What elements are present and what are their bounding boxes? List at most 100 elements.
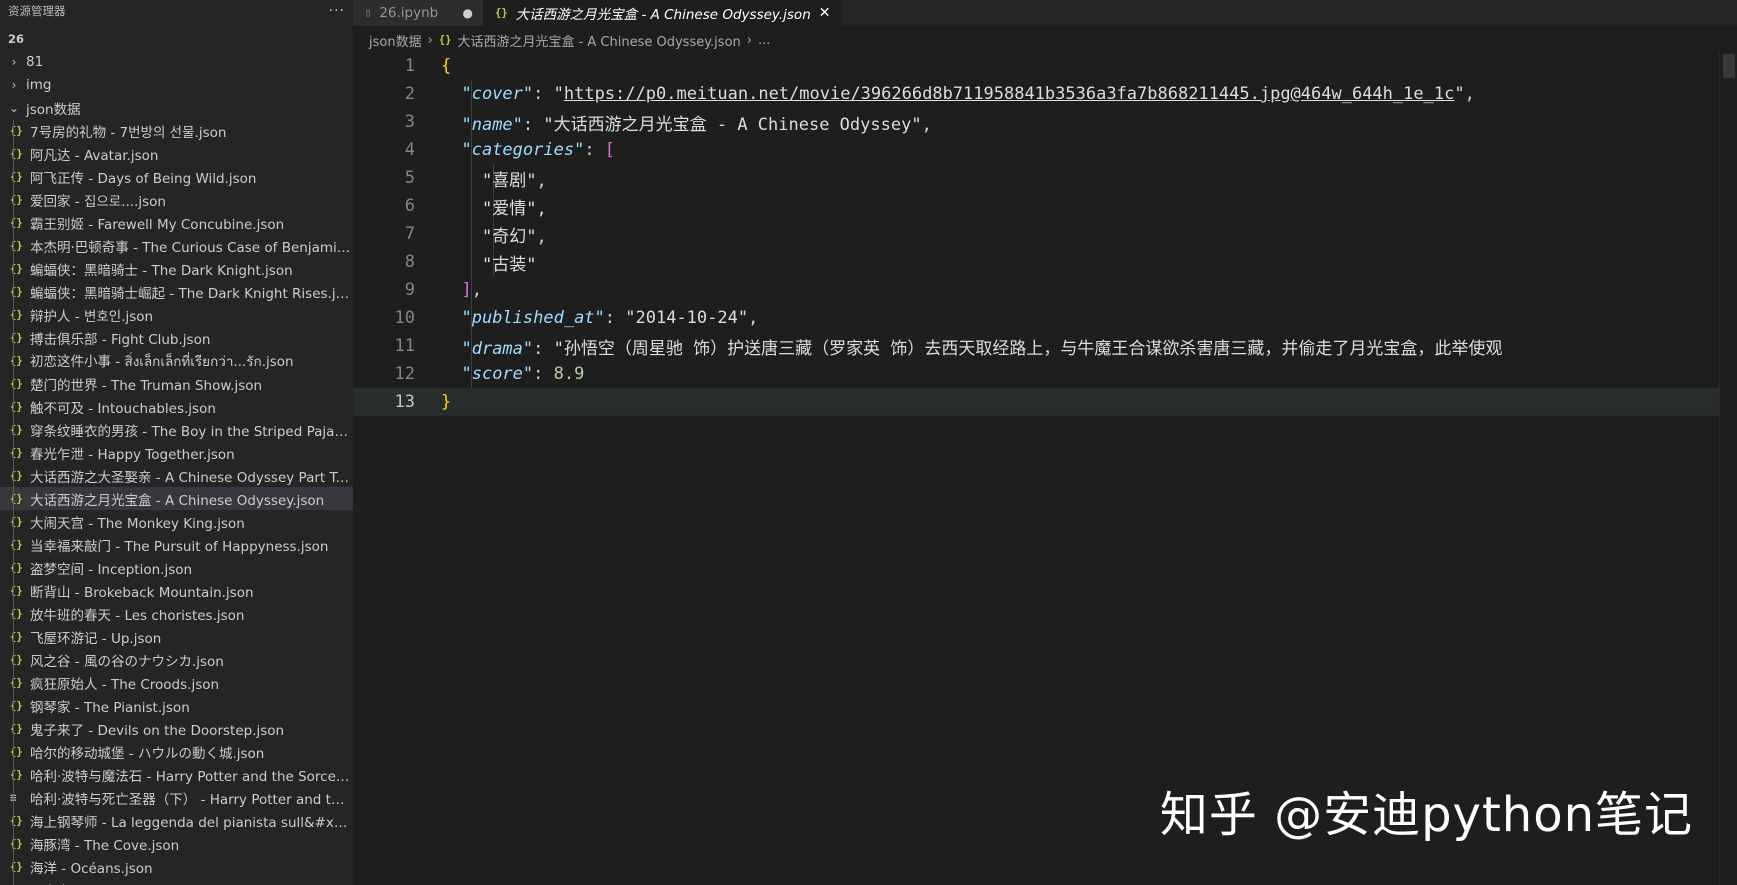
file-label: 蝙蝠侠：黑暗骑士崛起 - The Dark Knight Rises.json	[30, 285, 353, 302]
url-link[interactable]: https://p0.meituan.net/movie/396266d8b71…	[564, 84, 1454, 104]
json-key: "score"	[461, 364, 534, 384]
file-item[interactable]: {} 大闹天宫 - The Monkey King.json	[0, 510, 353, 533]
file-item[interactable]: {} 7号房的礼物 - 7번방의 선물.json	[0, 119, 353, 142]
file-item[interactable]: {} 辩护人 - 변호인.json	[0, 303, 353, 326]
file-label: 触不可及 - Intouchables.json	[30, 400, 216, 417]
scrollbar-thumb[interactable]	[1723, 54, 1735, 78]
json-string-value: "大话西游之月光宝盒 - A Chinese Odyssey"	[543, 114, 922, 135]
file-item[interactable]: {} 蝙蝠侠：黑暗骑士 - The Dark Knight.json	[0, 257, 353, 280]
notebook-file-icon: ▯	[365, 7, 372, 19]
file-label: 飞屋环游记 - Up.json	[30, 630, 162, 647]
file-label: 大话西游之大圣娶亲 - A Chinese Odyssey Part Two -…	[30, 469, 353, 486]
file-item[interactable]: {} 当幸福来敲门 - The Pursuit of Happyness.json	[0, 533, 353, 556]
file-item[interactable]: {} 海洋 - Océans.json	[0, 855, 353, 878]
explorer-title: 资源管理器	[8, 4, 66, 18]
json-key: "drama"	[461, 338, 534, 359]
folder-label: json数据	[26, 101, 81, 118]
file-label: 爱回家 - 집으로....json	[30, 193, 166, 210]
json-key: "name"	[461, 114, 523, 135]
file-item[interactable]: {} 阿飞正传 - Days of Being Wild.json	[0, 165, 353, 188]
file-item[interactable]: ≡哈利·波特与死亡圣器（下） - Harry Potter and the ..…	[0, 786, 353, 809]
file-item[interactable]: {} 疯狂原始人 - The Croods.json	[0, 671, 353, 694]
file-label: 搏击俱乐部 - Fight Club.json	[30, 331, 211, 348]
code-line-current: 13 }	[353, 388, 1719, 416]
breadcrumb-symbols[interactable]: ...	[758, 33, 770, 48]
string-quote: "	[1454, 84, 1465, 104]
file-label: 鬼子来了 - Devils on the Doorstep.json	[30, 722, 285, 739]
unsaved-dot-icon[interactable]: ●	[463, 6, 473, 20]
file-item[interactable]: {}黑客帝国 - The Matrix	[0, 878, 353, 885]
line-number: 3	[404, 112, 415, 132]
file-item[interactable]: {} 爱回家 - 집으로....json	[0, 188, 353, 211]
file-item-active[interactable]: {} 大话西游之月光宝盒 - A Chinese Odyssey.json	[0, 487, 353, 510]
file-item[interactable]: {} 大话西游之大圣娶亲 - A Chinese Odyssey Part Two…	[0, 464, 353, 487]
file-label: 盗梦空间 - Inception.json	[30, 561, 193, 578]
code-editor[interactable]: 1 { 2 "cover": "https://p0.meituan.net/m…	[353, 52, 1719, 885]
file-label: 春光乍泄 - Happy Together.json	[30, 446, 235, 463]
file-item[interactable]: {} 风之谷 - 風の谷のナウシカ.json	[0, 648, 353, 671]
line-number: 12	[394, 364, 415, 384]
file-label: 阿飞正传 - Days of Being Wild.json	[30, 170, 257, 187]
line-number: 13	[394, 392, 415, 412]
chevron-down-icon: ⌄	[8, 100, 20, 115]
json-file-icon: {}	[438, 34, 452, 46]
tab-ipynb[interactable]: ▯ 26.ipynb ●	[353, 0, 483, 26]
file-label: 钢琴家 - The Pianist.json	[30, 699, 190, 716]
file-item[interactable]: {} 搏击俱乐部 - Fight Club.json	[0, 326, 353, 349]
line-number: 11	[394, 336, 415, 356]
line-number: 1	[404, 56, 415, 76]
tab-json[interactable]: {} 大话西游之月光宝盒 - A Chinese Odyssey.json ✕	[483, 0, 841, 26]
close-icon[interactable]: ✕	[819, 5, 831, 21]
file-item[interactable]: {} 触不可及 - Intouchables.json	[0, 395, 353, 418]
file-item[interactable]: {} 本杰明·巴顿奇事 - The Curious Case of Benjami…	[0, 234, 353, 257]
file-item[interactable]: {} 哈尔的移动城堡 - ハウルの動く城.json	[0, 740, 353, 763]
file-label: 哈利·波特与死亡圣器（下） - Harry Potter and the ...	[30, 791, 353, 808]
file-label: 海上钢琴师 - La leggenda del pianista sull&#x…	[30, 814, 353, 831]
breadcrumb-file[interactable]: 大话西游之月光宝盒 - A Chinese Odyssey.json	[457, 31, 740, 50]
vertical-scrollbar[interactable]	[1719, 52, 1737, 885]
code-line: 11 "drama": "孙悟空（周星驰 饰）护送唐三藏（罗家英 饰）去西天取经…	[353, 332, 1719, 360]
chevron-right-icon: ›	[11, 77, 17, 92]
file-label: 本杰明·巴顿奇事 - The Curious Case of Benjamin …	[30, 239, 353, 256]
file-item[interactable]: {} 钢琴家 - The Pianist.json	[0, 694, 353, 717]
file-item[interactable]: {} 穿条纹睡衣的男孩 - The Boy in the Striped Paja…	[0, 418, 353, 441]
file-item[interactable]: {} 海豚湾 - The Cove.json	[0, 832, 353, 855]
workspace-folder-header[interactable]: 26	[0, 28, 353, 50]
folder-81[interactable]: › 81	[0, 50, 353, 73]
json-string-value: "孙悟空（周星驰 饰）护送唐三藏（罗家英 饰）去西天取经路上，与牛魔王合谋欲杀害…	[553, 338, 1503, 359]
file-item[interactable]: {} 断背山 - Brokeback Mountain.json	[0, 579, 353, 602]
folder-img[interactable]: › img	[0, 73, 353, 96]
json-string-value: "古装"	[481, 254, 537, 275]
file-item[interactable]: {} 鬼子来了 - Devils on the Doorstep.json	[0, 717, 353, 740]
json-string-value: "2014-10-24"	[625, 308, 749, 328]
file-label: 大话西游之月光宝盒 - A Chinese Odyssey.json	[30, 492, 325, 509]
file-item[interactable]: {} 飞屋环游记 - Up.json	[0, 625, 353, 648]
file-item[interactable]: {} 楚门的世界 - The Truman Show.json	[0, 372, 353, 395]
file-item[interactable]: {} 盗梦空间 - Inception.json	[0, 556, 353, 579]
code-line: 3 "name": "大话西游之月光宝盒 - A Chinese Odyssey…	[353, 108, 1719, 136]
chevron-right-icon: ›	[427, 32, 433, 48]
breadcrumb-folder[interactable]: json数据	[369, 31, 422, 50]
file-item[interactable]: {} 春光乍泄 - Happy Together.json	[0, 441, 353, 464]
file-item[interactable]: {} 阿凡达 - Avatar.json	[0, 142, 353, 165]
file-list: {} 7号房的礼物 - 7번방의 선물.json{} 阿凡达 - Avatar.js…	[0, 119, 353, 885]
code-line: 4 "categories": [	[353, 136, 1719, 164]
chevron-right-icon: ›	[746, 32, 752, 48]
json-key: "cover"	[461, 84, 534, 104]
file-label: 穿条纹睡衣的男孩 - The Boy in the Striped Pajama…	[30, 423, 353, 440]
file-label: 疯狂原始人 - The Croods.json	[30, 676, 220, 693]
file-item[interactable]: {} 放牛班的春天 - Les choristes.json	[0, 602, 353, 625]
file-item[interactable]: {} 哈利·波特与魔法石 - Harry Potter and the Sorce…	[0, 763, 353, 786]
file-item[interactable]: {} 初恋这件小事 - สิ่งเล็กเล็กที่เรียกว่า...รัก…	[0, 349, 353, 372]
breadcrumb: json数据 › {} 大话西游之月光宝盒 - A Chinese Odysse…	[353, 26, 1737, 54]
folder-json-data[interactable]: ⌄ json数据	[0, 96, 353, 119]
code-line: 7 "奇幻",	[353, 220, 1719, 248]
file-label: 蝙蝠侠：黑暗骑士 - The Dark Knight.json	[30, 262, 293, 279]
more-actions-icon[interactable]: ···	[329, 3, 345, 19]
json-key: "published_at"	[461, 308, 605, 328]
file-label: 黑客帝国 - The Matrix	[30, 880, 353, 885]
file-item[interactable]: {} 海上钢琴师 - La leggenda del pianista sull&…	[0, 809, 353, 832]
file-item[interactable]: {} 霸王别姬 - Farewell My Concubine.json	[0, 211, 353, 234]
file-label: 放牛班的春天 - Les choristes.json	[30, 607, 245, 624]
file-item[interactable]: {} 蝙蝠侠：黑暗骑士崛起 - The Dark Knight Rises.jso…	[0, 280, 353, 303]
